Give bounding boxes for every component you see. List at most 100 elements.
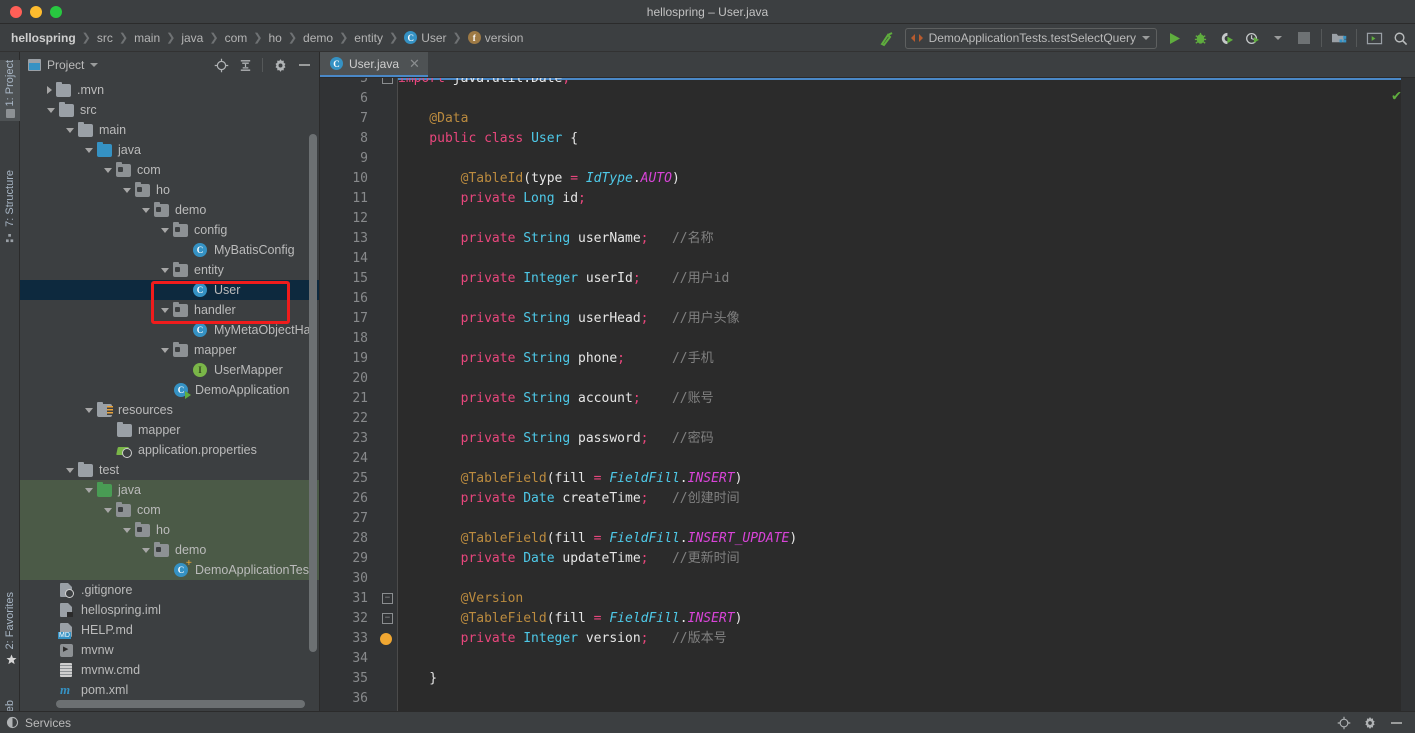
tree-item-help-md[interactable]: HELP.md <box>20 620 319 640</box>
run-button[interactable] <box>1161 26 1187 50</box>
tree-item-ho[interactable]: ho <box>20 180 319 200</box>
project-tree[interactable]: m pom.xml mvnw.cmd mvnw HELP.md hellospring.i… <box>20 78 319 711</box>
services-tool-button[interactable]: Services <box>0 716 71 730</box>
chevron-down-icon[interactable] <box>104 507 112 513</box>
intention-bulb-icon[interactable] <box>380 633 392 645</box>
chevron-down-icon[interactable] <box>104 167 112 173</box>
chevron-down-icon[interactable] <box>85 407 93 413</box>
code-token: //用户id <box>640 271 730 286</box>
tree-horizontal-scrollbar[interactable] <box>56 700 305 708</box>
chevron-down-icon[interactable] <box>66 127 74 133</box>
project-panel-title-button[interactable]: Project <box>28 58 99 72</box>
tree-item-com[interactable]: com <box>20 160 319 180</box>
run-with-coverage-button[interactable] <box>1213 26 1239 50</box>
tree-item-usermapper[interactable]: I UserMapper <box>20 360 319 380</box>
tree-item-mapper[interactable]: mapper <box>20 340 319 360</box>
tree-item-java[interactable]: java <box>20 140 319 160</box>
fold-toggle-icon[interactable]: − <box>382 593 393 604</box>
breadcrumb-item-hellospring[interactable]: hellospring <box>6 30 81 46</box>
run-configuration-selector[interactable]: DemoApplicationTests.testSelectQuery <box>904 27 1157 49</box>
chevron-down-icon[interactable] <box>161 227 169 233</box>
breadcrumb-item-entity[interactable]: entity <box>349 30 388 46</box>
tree-item-main[interactable]: main <box>20 120 319 140</box>
tree-item-resources[interactable]: resources <box>20 400 319 420</box>
chevron-down-icon[interactable] <box>161 307 169 313</box>
tree-item-demo[interactable]: demo <box>20 200 319 220</box>
tree-item-test[interactable]: test <box>20 460 319 480</box>
settings-gear-icon[interactable] <box>1359 712 1381 733</box>
tree-item-demoapplicationtes[interactable]: CDemoApplicationTes <box>20 559 319 580</box>
tree-vertical-scrollbar[interactable] <box>309 134 317 652</box>
tree-item-ho[interactable]: ho <box>20 520 319 540</box>
debug-button[interactable] <box>1187 26 1213 50</box>
minimize-window-button[interactable] <box>30 5 42 18</box>
tree-item-mvnw[interactable]: mvnw <box>20 640 319 660</box>
inspection-status-icon[interactable]: ✔ <box>1392 86 1401 104</box>
breadcrumb-item-ho[interactable]: ho <box>263 30 286 46</box>
build-project-button[interactable] <box>875 26 901 50</box>
fold-toggle-icon[interactable]: − <box>382 613 393 624</box>
tree-item-mymetaobjectha[interactable]: C MyMetaObjectHa <box>20 320 319 340</box>
tree-item-demoapplication[interactable]: C DemoApplication <box>20 380 319 400</box>
tree-item-hellospring-iml[interactable]: hellospring.iml <box>20 600 319 620</box>
chevron-right-icon[interactable] <box>47 86 52 94</box>
code-token: //更新时间 <box>648 551 740 566</box>
chevron-down-icon[interactable] <box>142 207 150 213</box>
tree-item-mybatisconfig[interactable]: C MyBatisConfig <box>20 240 319 260</box>
tab-user-java[interactable]: C User.java ✕ <box>320 52 428 77</box>
tree-item-config[interactable]: config <box>20 220 319 240</box>
breadcrumb-item-com[interactable]: com <box>220 30 253 46</box>
stripe-button-7-structure[interactable]: 7: Structure <box>0 170 20 242</box>
terminal-button[interactable] <box>1361 26 1387 50</box>
chevron-down-icon[interactable] <box>85 147 93 153</box>
settings-gear-icon[interactable] <box>269 54 291 76</box>
tree-item-mapper[interactable]: mapper <box>20 420 319 440</box>
tree-item-entity[interactable]: entity <box>20 260 319 280</box>
code-editor[interactable]: 5− import java.util.Date; 6 7 @Data 8 public… <box>320 78 1415 711</box>
hide-status-icon[interactable] <box>1385 712 1407 733</box>
tree-item-java[interactable]: java <box>20 480 319 500</box>
chevron-down-icon[interactable] <box>161 347 169 353</box>
profiler-dropdown[interactable] <box>1265 26 1291 50</box>
tree-item-application-properties[interactable]: application.properties <box>20 440 319 460</box>
stripe-button-1-project[interactable]: 1: Project <box>0 60 20 122</box>
hide-panel-icon[interactable] <box>293 54 315 76</box>
stop-button[interactable] <box>1291 26 1317 50</box>
breadcrumb-item-demo[interactable]: demo <box>298 30 338 46</box>
tree-item--gitignore[interactable]: .gitignore <box>20 580 319 600</box>
stripe-button-2-favorites[interactable]: 2: Favorites <box>0 592 20 665</box>
collapse-all-icon[interactable] <box>234 54 256 76</box>
breadcrumb-item-java[interactable]: java <box>176 30 208 46</box>
chevron-down-icon[interactable] <box>85 487 93 493</box>
tree-item-com[interactable]: com <box>20 500 319 520</box>
tree-item-icon-wrap <box>60 583 76 598</box>
close-window-button[interactable] <box>10 5 22 18</box>
profiler-button[interactable] <box>1239 26 1265 50</box>
close-icon[interactable]: ✕ <box>409 56 420 72</box>
breadcrumb-item-user[interactable]: C User <box>399 30 451 46</box>
chevron-down-icon[interactable] <box>123 187 131 193</box>
fold-toggle-icon[interactable]: − <box>382 78 393 84</box>
chevron-down-icon[interactable] <box>161 267 169 273</box>
tree-item-user[interactable]: C User <box>20 280 319 300</box>
tree-item-pom-xml[interactable]: m pom.xml <box>20 680 319 700</box>
locate-file-icon[interactable] <box>210 54 232 76</box>
chevron-down-icon[interactable] <box>123 527 131 533</box>
project-structure-button[interactable] <box>1326 26 1352 50</box>
tree-item--mvn[interactable]: .mvn <box>20 80 319 100</box>
chevron-down-icon[interactable] <box>66 467 74 473</box>
zoom-window-button[interactable] <box>50 5 62 18</box>
breadcrumb-item-src[interactable]: src <box>92 30 118 46</box>
chevron-down-icon[interactable] <box>47 107 55 113</box>
breadcrumb-item-main[interactable]: main <box>129 30 165 46</box>
search-everywhere-button[interactable] <box>1387 26 1413 50</box>
tree-item-mvnw-cmd[interactable]: mvnw.cmd <box>20 660 319 680</box>
error-stripe-marker-bar[interactable] <box>1401 78 1415 711</box>
tree-item-demo[interactable]: demo <box>20 540 319 560</box>
tree-item-src[interactable]: src <box>20 100 319 120</box>
event-log-icon[interactable] <box>1333 712 1355 733</box>
breadcrumb-item-version[interactable]: f version <box>463 30 529 46</box>
tree-item-handler[interactable]: handler <box>20 300 319 320</box>
code-token: ( <box>546 611 555 626</box>
chevron-down-icon[interactable] <box>142 547 150 553</box>
